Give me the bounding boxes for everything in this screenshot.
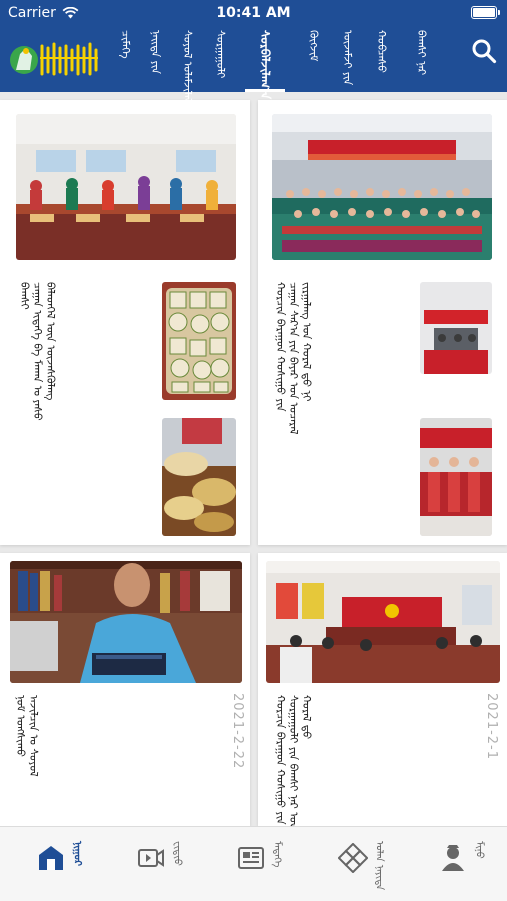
- nav-tab-5-active[interactable]: ᠰᠤᠷᠪᠠᠯᠵᠢᠯᠠᠭ᠎ᠠ: [245, 26, 285, 100]
- nav-tab-label: ᠦᠵᠡᠮᠵᠢ ᠶᠢᠨ: [341, 30, 354, 86]
- tab-home-label: ᠨᠢᠭᠤᠷ: [71, 841, 83, 866]
- video-icon: [137, 849, 164, 867]
- title-line: ᠵᠢᠷᠭᠠᠯᠠᠩ ᠤᠨ ᠬᠤᠷᠠᠯ ᠳ᠋ᠤ ᠨᠢ: [300, 282, 313, 402]
- title-line: ᠨᠣᠮ ᠤᠩᠰᠢᠬᠤ: [14, 695, 27, 757]
- news-card-4[interactable]: 2021-2-22 ᠨᠣᠮ ᠤᠩᠰᠢᠬᠤ ᠠᠵᠢᠯᠴᠢᠨ ᠤ ᠰᠣᠶᠣᠯ: [0, 553, 250, 826]
- nav-tab-6[interactable]: ᠬᠥᠭᠵᠢᠮ: [298, 26, 328, 92]
- search-icon[interactable]: [471, 38, 497, 64]
- tab-profile[interactable]: ᠮᠢᠨᠦ: [426, 841, 496, 887]
- app-logo[interactable]: [8, 34, 103, 86]
- home-icon: [38, 846, 63, 870]
- group-photo-image: [272, 114, 492, 260]
- nav-tab-label: ᠬᠤᠪᠴᠠᠰᠤ: [375, 30, 388, 73]
- tab-news[interactable]: ᠮᠡᠳᠡᠭᠡ: [224, 841, 294, 887]
- app-header: ᠴᠢᠮᠡᠭᠡ ᠨᠡᠢᠲᠡ ᠶᠢᠨ ᠰᠤᠶᠤᠯ ᠤᠯᠠᠮᠵᠢᠯᠠᠯ ᠰᠤᠷᠭᠠᠭᠤ…: [0, 26, 507, 104]
- card-2-title: ᠪᠠᠭᠰᠢ ᠴᠠᠭᠠᠨ ᠢᠳᠡᠭᠡ ᠪᠠ ᠮᠠᠬᠠᠨ ᠤ ᠶᠠᠰᠤ ᠪᠡᠯᠡᠳᠬ…: [18, 282, 57, 537]
- nav-tab-label: ᠰᠤᠷᠭᠠᠭᠤᠯᠢ: [214, 30, 227, 79]
- profile-icon: [441, 845, 464, 871]
- card-3-date: 2021-2-1: [484, 693, 499, 761]
- nav-tab-3[interactable]: ᠰᠤᠶᠤᠯ ᠤᠯᠠᠮᠵᠢᠯᠠᠯ: [172, 26, 202, 104]
- status-time: 10:41 AM: [216, 5, 291, 21]
- pastry-plate-image: [162, 282, 236, 400]
- card-3-title: ᠬᠤᠷᠴᠢᠨ ᠪᠠᠷᠠᠭᠤᠨ ᠬᠣᠰᠢᠭᠤ ᠶᠢᠨ ᠰᠤᠷᠭᠠᠭᠤᠯᠢ ᠶᠢᠨ …: [274, 695, 313, 826]
- food-basket-image: [162, 418, 236, 536]
- tab-video-label: ᠸᠢᠳᠢᠣ: [171, 841, 183, 866]
- news-icon: [237, 847, 264, 869]
- food-market-photo-image: [16, 114, 236, 260]
- news-card-3[interactable]: 2021-2-1 ᠬᠤᠷᠴᠢᠨ ᠪᠠᠷᠠᠭᠤᠨ ᠬᠣᠰᠢᠭᠤ ᠶᠢᠨ ᠰᠤᠷᠭᠠ…: [258, 553, 507, 826]
- nav-tab-4[interactable]: ᠰᠤᠷᠭᠠᠭᠤᠯᠢ: [205, 26, 235, 92]
- title-line: ᠪᠠᠭᠰᠢ: [18, 282, 31, 310]
- nav-tab-1[interactable]: ᠴᠢᠮᠡᠭᠡ: [110, 26, 140, 92]
- nav-tab-label: ᠰᠤᠷᠪᠠᠯᠵᠢᠯᠠᠭ᠎ᠠ: [258, 30, 272, 100]
- tab-culture[interactable]: ᠣᠯᠠᠨ ᠨᠡᠶᠢᠲᠡ: [326, 841, 396, 891]
- status-bar: Carrier 10:41 AM: [0, 0, 507, 26]
- meeting-hall-photo-image: [266, 561, 500, 683]
- reading-man-photo-image: [10, 561, 242, 683]
- nav-tab-7[interactable]: ᠦᠵᠡᠮᠵᠢ ᠶᠢᠨ: [332, 26, 362, 92]
- card-4-title: ᠨᠣᠮ ᠤᠩᠰᠢᠬᠤ ᠠᠵᠢᠯᠴᠢᠨ ᠤ ᠰᠣᠶᠣᠯ: [14, 695, 40, 823]
- title-line: ᠴᠠᠭᠠᠨ ᠢᠳᠡᠭᠡ ᠪᠠ ᠮᠠᠬᠠᠨ ᠤ ᠶᠠᠰᠤ: [31, 282, 44, 421]
- card-1-title: ᠬᠤᠷᠴᠢᠨ ᠪᠠᠷᠠᠭᠤᠨ ᠬᠣᠰᠢᠭᠤ ᠶᠢᠨ ᠴᠠᠭᠠᠨ ᠰᠠᠷ᠎ᠠ ᠶᠢ…: [274, 282, 313, 537]
- podium-photo-image: [420, 418, 492, 536]
- tab-home[interactable]: ᠨᠢᠭᠤᠷ: [24, 841, 94, 887]
- title-line: ᠠᠵᠢᠯᠴᠢᠨ ᠤ ᠰᠣᠶᠣᠯ: [27, 695, 40, 777]
- knot-icon: [337, 843, 368, 873]
- tab-news-label: ᠮᠡᠳᠡᠭᠡ: [271, 841, 283, 868]
- tab-profile-label: ᠮᠢᠨᠦ: [473, 841, 485, 859]
- nav-tab-8[interactable]: ᠬᠤᠪᠴᠠᠰᠤ: [366, 26, 396, 92]
- title-line: ᠴᠠᠭᠠᠨ ᠰᠠᠷ᠎ᠠ ᠶᠢᠨ ᠪᠠᠶᠠᠷ ᠤᠨ ᠤᠴᠠᠷᠠᠯ: [287, 282, 300, 435]
- nav-tab-label: ᠨᠡᠢᠲᠡ ᠶᠢᠨ: [149, 30, 162, 74]
- news-card-1[interactable]: ᠬᠤᠷᠴᠢᠨ ᠪᠠᠷᠠᠭᠤᠨ ᠬᠣᠰᠢᠭᠤ ᠶᠢᠨ ᠴᠠᠭᠠᠨ ᠰᠠᠷ᠎ᠠ ᠶᠢ…: [258, 100, 507, 545]
- nav-tab-label: ᠰᠤᠶᠤᠯ ᠤᠯᠠᠮᠵᠢᠯᠠᠯ: [181, 30, 194, 104]
- title-line: ᠰᠤᠷᠭᠠᠭᠤᠯᠢ ᠶᠢᠨ ᠪᠠᠭᠰᠢ ᠨᠠᠷ ᠤᠨ: [287, 695, 300, 826]
- bottom-tab-bar: ᠨᠢᠭᠤᠷ ᠸᠢᠳᠢᠣ ᠮᠡᠳᠡᠭᠡ ᠣᠯᠠᠨ ᠨᠡᠶᠢᠲᠡ ᠮᠢᠨᠦ: [0, 826, 507, 901]
- nav-tab-label: ᠪᠠᠭᠰᠢ ᠨᠠᠷ: [415, 30, 428, 76]
- nav-tab-label: ᠬᠥᠭᠵᠢᠮ: [307, 30, 320, 62]
- title-line: ᠬᠤᠷᠴᠢᠨ ᠪᠠᠷᠠᠭᠤᠨ ᠬᠣᠰᠢᠭᠤ ᠶᠢᠨ: [274, 282, 287, 412]
- nav-tab-label: ᠴᠢᠮᠡᠭᠡ: [119, 30, 132, 59]
- tab-culture-label: ᠣᠯᠠᠨ ᠨᠡᠶᠢᠲᠡ: [373, 841, 385, 891]
- meeting-photo-image: [420, 282, 492, 374]
- news-feed: ᠬᠤᠷᠴᠢᠨ ᠪᠠᠷᠠᠭᠤᠨ ᠬᠣᠰᠢᠭᠤ ᠶᠢᠨ ᠴᠠᠭᠠᠨ ᠰᠠᠷ᠎ᠠ ᠶᠢ…: [0, 92, 507, 826]
- card-4-date: 2021-2-22: [230, 693, 245, 770]
- tab-video[interactable]: ᠸᠢᠳᠢᠣ: [124, 841, 194, 887]
- battery-icon: [471, 6, 500, 19]
- news-card-2[interactable]: ᠪᠠᠭᠰᠢ ᠴᠠᠭᠠᠨ ᠢᠳᠡᠭᠡ ᠪᠠ ᠮᠠᠬᠠᠨ ᠤ ᠶᠠᠰᠤ ᠪᠡᠯᠡᠳᠬ…: [0, 100, 250, 545]
- title-line: ᠬᠤᠷᠠᠯ ᠳ᠋ᠤ: [300, 695, 313, 740]
- nav-tab-9[interactable]: ᠪᠠᠭᠰᠢ ᠨᠠᠷ: [406, 26, 436, 92]
- title-line: ᠬᠤᠷᠴᠢᠨ ᠪᠠᠷᠠᠭᠤᠨ ᠬᠣᠰᠢᠭᠤ ᠶᠢᠨ: [274, 695, 287, 825]
- title-line: ᠪᠡᠯᠡᠳᠬᠡᠯ ᠦᠨ ᠦᠵᠡᠰᠬᠦᠯᠡᠩ: [44, 282, 57, 401]
- nav-tab-2[interactable]: ᠨᠡᠢᠲᠡ ᠶᠢᠨ: [140, 26, 170, 92]
